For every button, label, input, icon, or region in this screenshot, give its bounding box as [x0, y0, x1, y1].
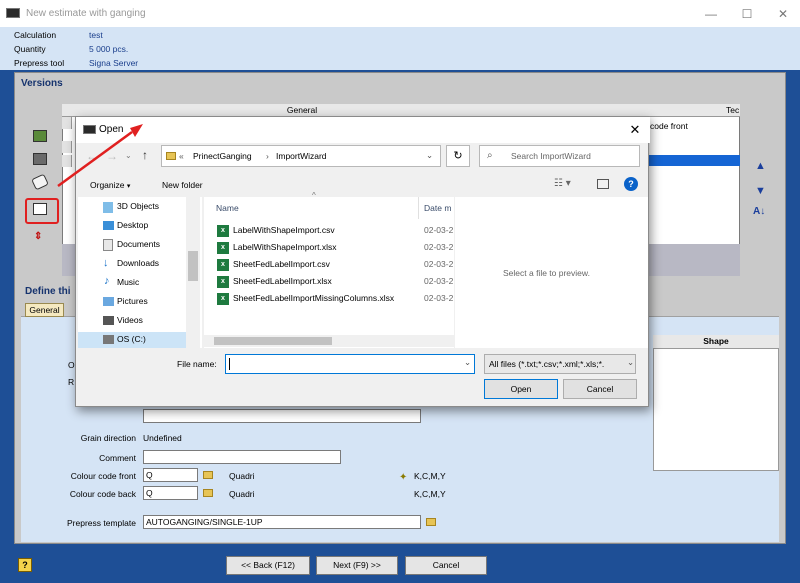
annotation-arrow: [57, 124, 143, 188]
arrow-head: [130, 124, 143, 137]
arrow-line: [57, 130, 133, 188]
